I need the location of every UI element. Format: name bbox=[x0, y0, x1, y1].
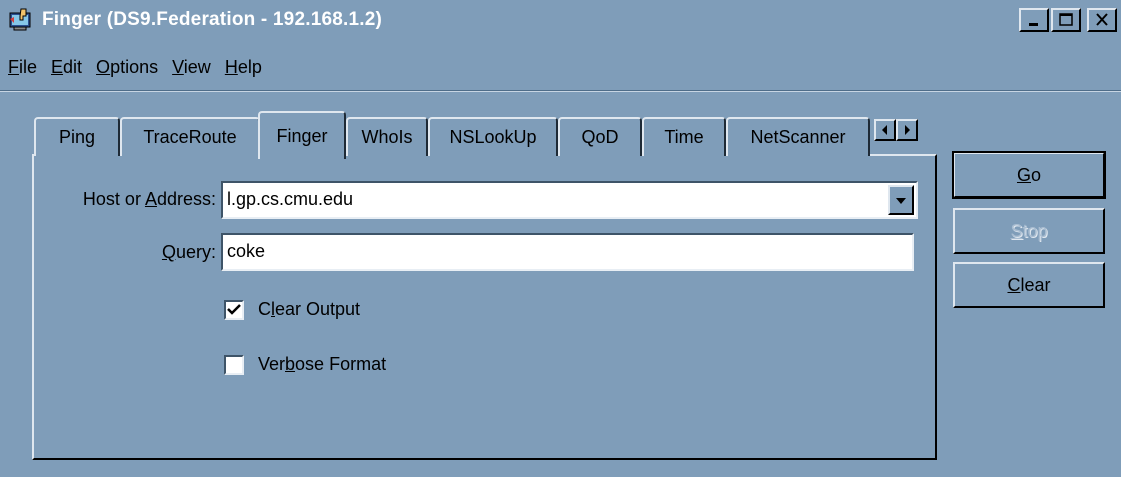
menu-help-label: elp bbox=[237, 56, 262, 77]
tab-netscanner[interactable]: NetScanner bbox=[726, 117, 870, 156]
menu-file-mnemonic: F bbox=[8, 56, 19, 77]
clear-output-checkbox[interactable] bbox=[224, 300, 244, 320]
tab-traceroute[interactable]: TraceRoute bbox=[120, 117, 260, 156]
tab-finger-label: Finger bbox=[276, 125, 328, 146]
go-button[interactable]: Go bbox=[952, 151, 1106, 199]
host-address-label-suffix: ddress: bbox=[156, 189, 216, 209]
menu-view[interactable]: View bbox=[172, 57, 211, 78]
tab-qod[interactable]: QoD bbox=[558, 117, 642, 156]
maximize-button[interactable] bbox=[1051, 8, 1081, 32]
arrow-right-icon bbox=[905, 125, 910, 135]
tab-ping-label: Ping bbox=[58, 127, 96, 147]
tab-time-label: Time bbox=[664, 127, 704, 147]
go-mnemonic: G bbox=[1016, 164, 1031, 185]
minimize-icon bbox=[1029, 23, 1038, 26]
menu-options[interactable]: Options bbox=[96, 57, 158, 78]
host-address-mnemonic: A bbox=[144, 189, 157, 209]
title-bar[interactable]: Finger (DS9.Federation - 192.168.1.2) bbox=[0, 0, 1121, 40]
menu-view-label: iew bbox=[183, 56, 211, 77]
tab-netscanner-label: NetScanner bbox=[750, 127, 846, 147]
query-label: Query: bbox=[52, 242, 216, 263]
menu-help-mnemonic: H bbox=[224, 56, 238, 77]
stop-button[interactable]: Stop bbox=[953, 208, 1105, 254]
tab-time[interactable]: Time bbox=[642, 117, 726, 156]
menu-edit[interactable]: Edit bbox=[51, 57, 82, 78]
window-controls bbox=[1019, 8, 1117, 32]
host-dropdown-button[interactable] bbox=[888, 185, 914, 215]
checkmark-icon bbox=[227, 304, 241, 315]
go-label: o bbox=[1031, 164, 1042, 185]
finger-app-icon[interactable] bbox=[8, 7, 34, 33]
verbose-format-label-prefix: Ver bbox=[258, 354, 286, 374]
tab-traceroute-label: TraceRoute bbox=[143, 127, 237, 147]
tab-qod-label: QoD bbox=[581, 127, 619, 147]
stop-label: top bbox=[1022, 220, 1048, 241]
clear-label: lear bbox=[1020, 274, 1051, 295]
menu-edit-mnemonic: E bbox=[51, 56, 64, 77]
host-address-value[interactable]: l.gp.cs.cmu.edu bbox=[227, 189, 353, 210]
tab-whois[interactable]: WhoIs bbox=[346, 117, 428, 156]
tab-ping[interactable]: Ping bbox=[34, 117, 120, 156]
menu-separator bbox=[0, 90, 1121, 92]
tab-whois-label: WhoIs bbox=[361, 127, 413, 147]
verbose-format-mnemonic: b bbox=[285, 354, 296, 374]
menu-file[interactable]: File bbox=[8, 57, 37, 78]
clear-output-label-prefix: C bbox=[258, 299, 271, 319]
arrow-left-icon bbox=[882, 125, 887, 135]
verbose-format-label-suffix: ose Format bbox=[295, 354, 387, 374]
tab-scroll-left-button[interactable] bbox=[874, 119, 896, 141]
clear-output-label-suffix: ear Output bbox=[275, 299, 361, 319]
clear-mnemonic: C bbox=[1007, 274, 1021, 295]
clear-button[interactable]: Clear bbox=[953, 262, 1105, 308]
menu-options-label: ptions bbox=[110, 56, 159, 77]
menu-bar: File Edit Options View Help bbox=[0, 47, 1121, 87]
menu-options-mnemonic: O bbox=[96, 56, 111, 77]
host-address-label: Host or Address: bbox=[52, 189, 216, 210]
menu-file-label: ile bbox=[19, 56, 38, 77]
minimize-button[interactable] bbox=[1019, 8, 1049, 32]
verbose-format-checkbox[interactable] bbox=[224, 355, 244, 375]
clear-output-label[interactable]: Clear Output bbox=[258, 299, 360, 320]
maximize-icon bbox=[1059, 13, 1073, 26]
query-label-suffix: uery: bbox=[175, 242, 216, 262]
query-mnemonic: Q bbox=[161, 242, 176, 262]
tab-finger[interactable]: Finger bbox=[258, 111, 346, 159]
host-address-combobox[interactable]: l.gp.cs.cmu.edu bbox=[221, 181, 918, 219]
tab-nslookup-label: NSLookUp bbox=[449, 127, 537, 147]
host-address-label-prefix: Host or bbox=[82, 189, 145, 209]
verbose-format-label[interactable]: Verbose Format bbox=[258, 354, 386, 375]
menu-help[interactable]: Help bbox=[225, 57, 262, 78]
close-icon bbox=[1096, 13, 1108, 26]
query-input[interactable]: coke bbox=[221, 233, 914, 271]
close-button[interactable] bbox=[1087, 8, 1117, 32]
window-title: Finger (DS9.Federation - 192.168.1.2) bbox=[42, 9, 383, 30]
tab-scroll-right-button[interactable] bbox=[896, 119, 918, 141]
chevron-down-icon bbox=[896, 198, 906, 204]
stop-mnemonic: S bbox=[1010, 220, 1023, 241]
menu-edit-label: dit bbox=[63, 56, 83, 77]
menu-view-mnemonic: V bbox=[172, 56, 184, 77]
query-value[interactable]: coke bbox=[227, 241, 265, 262]
tab-nslookup[interactable]: NSLookUp bbox=[428, 117, 558, 156]
